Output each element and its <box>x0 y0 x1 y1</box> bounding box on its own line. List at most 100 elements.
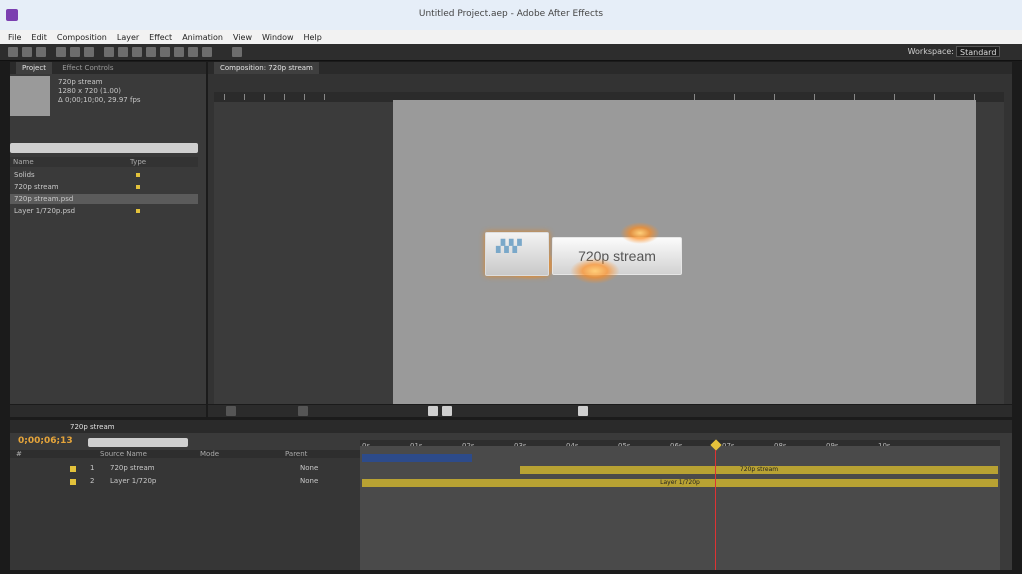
project-item-info: 720p stream 1280 x 720 (1.00) Δ 0;00;10;… <box>58 78 141 105</box>
lens-flare <box>570 258 620 284</box>
project-panel-header: Project Effect Controls <box>10 62 206 74</box>
pen-tool-icon[interactable] <box>118 47 128 57</box>
menu-window[interactable]: Window <box>262 33 294 42</box>
lower-third-logo: ▞▞▞ <box>485 232 549 276</box>
menu-view[interactable]: View <box>233 33 252 42</box>
layer-name: 720p stream <box>110 464 155 472</box>
current-time-line <box>715 450 716 570</box>
project-item-label: 720p stream <box>14 183 59 191</box>
project-item-label: Layer 1/720p.psd <box>14 207 76 215</box>
menu-animation[interactable]: Animation <box>182 33 223 42</box>
column-type[interactable]: Type <box>130 157 146 167</box>
eraser-tool-icon[interactable] <box>174 47 184 57</box>
tab-composition[interactable]: Composition: 720p stream <box>214 62 319 74</box>
project-info-name: 720p stream <box>58 78 103 86</box>
ruler-tick <box>324 94 325 100</box>
axis-icon[interactable] <box>232 47 242 57</box>
project-item-label: Solids <box>14 171 35 179</box>
layer-track-1[interactable]: 720p stream <box>520 466 998 474</box>
resolution-icon[interactable] <box>298 406 308 416</box>
camera-tool-icon[interactable] <box>70 47 80 57</box>
label-color-icon <box>136 185 140 189</box>
work-area-bar[interactable] <box>362 454 472 462</box>
label-color-icon <box>136 173 140 177</box>
menu-layer[interactable]: Layer <box>117 33 139 42</box>
composition-panel-header: Composition: 720p stream <box>208 62 1012 74</box>
timeline-header: 720p stream <box>10 420 1012 433</box>
column-source-name: Source Name <box>100 450 147 458</box>
track-label: 720p stream <box>739 466 779 473</box>
project-list-header: Name Type <box>10 157 198 167</box>
window-title: Untitled Project.aep - Adobe After Effec… <box>418 9 604 19</box>
workspace-label: Workspace: <box>907 47 954 56</box>
menu-bar: File Edit Composition Layer Effect Anima… <box>0 30 1022 44</box>
text-tool-icon[interactable] <box>132 47 142 57</box>
lens-flare <box>620 222 660 244</box>
snapshot-icon[interactable] <box>428 406 438 416</box>
tool-bar: Workspace: Standard <box>0 44 1022 61</box>
label-color-icon <box>70 466 76 472</box>
layer-parent[interactable]: None <box>300 463 318 474</box>
layer-row[interactable]: 2 Layer 1/720p None <box>10 476 360 487</box>
project-item-solids[interactable]: Solids <box>10 170 198 180</box>
label-color-icon <box>70 479 76 485</box>
column-parent: Parent <box>285 450 308 458</box>
layer-number: 1 <box>90 464 95 472</box>
project-info-size: 1280 x 720 (1.00) <box>58 87 122 95</box>
mask-tool-icon[interactable] <box>104 47 114 57</box>
layer-track-2[interactable]: Layer 1/720p <box>362 479 998 487</box>
project-panel-footer <box>10 405 206 417</box>
layer-column-header: # Source Name Mode Parent <box>10 450 360 458</box>
menu-edit[interactable]: Edit <box>31 33 47 42</box>
track-area[interactable]: 720p stream Layer 1/720p <box>360 446 1000 570</box>
pan-behind-tool-icon[interactable] <box>84 47 94 57</box>
selection-tool-icon[interactable] <box>8 47 18 57</box>
layer-name: Layer 1/720p <box>110 477 157 485</box>
channel-icon[interactable] <box>442 406 452 416</box>
ruler-tick <box>304 94 305 100</box>
layer-row[interactable]: 1 720p stream None <box>10 463 360 474</box>
brush-tool-icon[interactable] <box>146 47 156 57</box>
logo-icon: ▞▞▞ <box>496 239 522 253</box>
lower-third-text: 720p stream <box>578 248 656 264</box>
column-number: # <box>16 450 22 458</box>
tab-effect-controls[interactable]: Effect Controls <box>62 64 113 72</box>
project-item-psd[interactable]: 720p stream.psd <box>10 194 198 204</box>
hand-tool-icon[interactable] <box>22 47 32 57</box>
camera-view-icon[interactable] <box>578 406 588 416</box>
composition-canvas[interactable] <box>393 100 976 404</box>
layer-number: 2 <box>90 477 95 485</box>
label-color-icon <box>136 209 140 213</box>
clone-tool-icon[interactable] <box>160 47 170 57</box>
project-item-layer[interactable]: Layer 1/720p.psd <box>10 206 198 216</box>
project-item-label: 720p stream.psd <box>14 195 74 203</box>
timecode-display[interactable]: 0;00;06;13 <box>18 436 73 446</box>
ruler-tick <box>264 94 265 100</box>
title-bar: Untitled Project.aep - Adobe After Effec… <box>0 0 1022 30</box>
ruler-tick <box>224 94 225 100</box>
menu-file[interactable]: File <box>8 33 21 42</box>
workspace-select[interactable]: Standard <box>956 46 1000 57</box>
rotate-tool-icon[interactable] <box>56 47 66 57</box>
menu-composition[interactable]: Composition <box>57 33 107 42</box>
column-name[interactable]: Name <box>13 158 34 166</box>
project-item-comp[interactable]: 720p stream <box>10 182 198 192</box>
layer-list <box>10 458 360 570</box>
menu-help[interactable]: Help <box>304 33 322 42</box>
roto-tool-icon[interactable] <box>188 47 198 57</box>
track-label: Layer 1/720p <box>660 479 700 486</box>
ruler-tick <box>284 94 285 100</box>
composition-footer <box>208 405 1012 417</box>
project-thumbnail <box>10 76 50 116</box>
puppet-tool-icon[interactable] <box>202 47 212 57</box>
column-mode: Mode <box>200 450 220 458</box>
tab-timeline[interactable]: 720p stream <box>70 422 115 432</box>
ruler-tick <box>244 94 245 100</box>
magnification-icon[interactable] <box>226 406 236 416</box>
project-search-input[interactable] <box>10 143 198 153</box>
tab-project[interactable]: Project <box>16 62 52 74</box>
menu-effect[interactable]: Effect <box>149 33 172 42</box>
timeline-search-input[interactable] <box>88 438 188 447</box>
zoom-tool-icon[interactable] <box>36 47 46 57</box>
layer-parent[interactable]: None <box>300 476 318 487</box>
